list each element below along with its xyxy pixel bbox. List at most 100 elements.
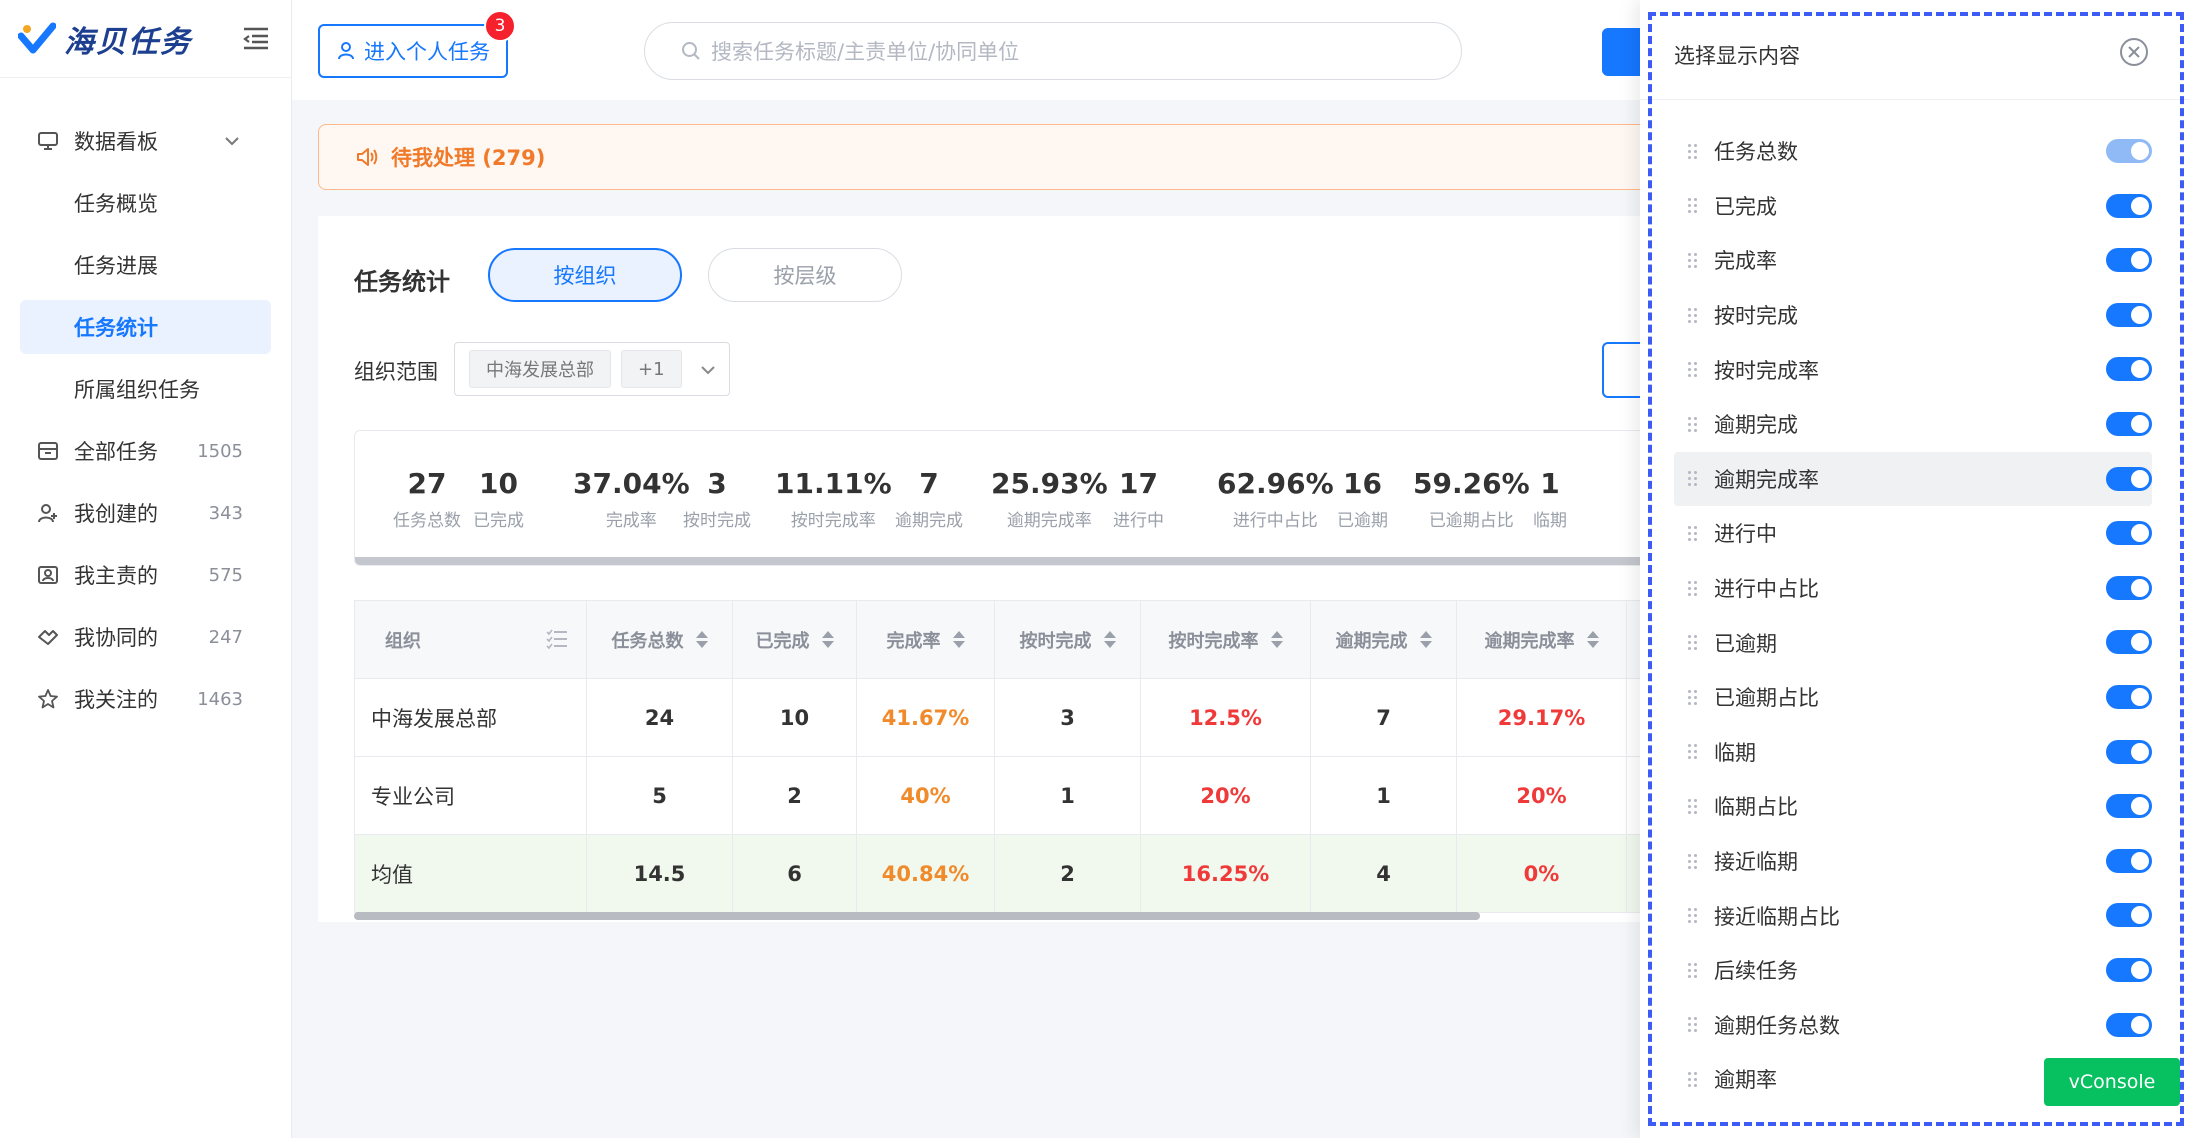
- drag-handle-icon[interactable]: [1688, 143, 1697, 159]
- column-header[interactable]: 完成率: [857, 601, 995, 678]
- display-option-toggle[interactable]: [2106, 575, 2152, 600]
- collapse-menu-icon[interactable]: [242, 24, 270, 52]
- column-header[interactable]: 逾期完成: [1311, 601, 1457, 678]
- display-option[interactable]: 按时完成: [1674, 288, 2152, 343]
- table-scrollbar[interactable]: [354, 912, 1480, 920]
- display-option[interactable]: 进行中: [1674, 506, 2152, 561]
- display-option[interactable]: 进行中占比: [1674, 561, 2152, 616]
- table-row[interactable]: 专业公司 5 2 40% 1 20% 1 20%: [355, 757, 1679, 835]
- display-option-toggle[interactable]: [2106, 248, 2152, 273]
- display-option[interactable]: 任务总数: [1674, 124, 2152, 179]
- summary-label: 任务总数: [393, 511, 461, 531]
- table-cell: 7: [1311, 679, 1457, 756]
- pending-alert[interactable]: 待我处理 (279): [318, 124, 1678, 190]
- sort-icon[interactable]: [1103, 631, 1116, 648]
- sort-icon[interactable]: [1586, 631, 1599, 648]
- display-option[interactable]: 临期: [1674, 725, 2152, 780]
- drag-handle-icon[interactable]: [1688, 1071, 1697, 1087]
- summary-scrollbar[interactable]: [355, 557, 1678, 565]
- drag-handle-icon[interactable]: [1688, 580, 1697, 596]
- display-option-toggle[interactable]: [2106, 302, 2152, 327]
- display-option-label: 进行中占比: [1714, 577, 1819, 602]
- column-header[interactable]: 已完成: [733, 601, 857, 678]
- display-option[interactable]: 逾期任务总数: [1674, 998, 2152, 1053]
- drag-handle-icon[interactable]: [1688, 962, 1697, 978]
- vconsole-button[interactable]: vConsole: [2044, 1058, 2180, 1106]
- nav-responsible[interactable]: 我主责的 575: [20, 548, 271, 602]
- column-header-label: 已完成: [755, 630, 810, 652]
- close-icon[interactable]: [2120, 38, 2148, 66]
- display-option[interactable]: 临期占比: [1674, 779, 2152, 834]
- nav-task-stats[interactable]: 任务统计: [20, 300, 271, 354]
- drag-handle-icon[interactable]: [1688, 853, 1697, 869]
- drag-handle-icon[interactable]: [1688, 689, 1697, 705]
- nav-task-overview[interactable]: 任务概览: [20, 176, 271, 230]
- display-option-toggle[interactable]: [2106, 521, 2152, 546]
- display-option[interactable]: 已逾期占比: [1674, 670, 2152, 725]
- drag-handle-icon[interactable]: [1688, 416, 1697, 432]
- display-option-toggle[interactable]: [2106, 739, 2152, 764]
- table-row[interactable]: 中海发展总部 24 10 41.67% 3 12.5% 7 29.17%: [355, 679, 1679, 757]
- nav-following[interactable]: 我关注的 1463: [20, 672, 271, 726]
- drag-handle-icon[interactable]: [1688, 908, 1697, 924]
- column-settings-icon[interactable]: [546, 629, 568, 649]
- tab-by-org[interactable]: 按组织: [488, 248, 682, 302]
- display-option-toggle[interactable]: [2106, 139, 2152, 163]
- display-option-toggle[interactable]: [2106, 794, 2152, 819]
- drag-handle-icon[interactable]: [1688, 525, 1697, 541]
- drag-handle-icon[interactable]: [1688, 471, 1697, 487]
- nav-task-progress[interactable]: 任务进展: [20, 238, 271, 292]
- cell-value: 3: [1060, 705, 1075, 730]
- drag-handle-icon[interactable]: [1688, 798, 1697, 814]
- display-option[interactable]: 后续任务: [1674, 943, 2152, 998]
- column-header[interactable]: 按时完成: [995, 601, 1141, 678]
- display-option-toggle[interactable]: [2106, 466, 2152, 491]
- logo[interactable]: 海贝任务: [0, 0, 291, 78]
- display-option[interactable]: 按时完成率: [1674, 342, 2152, 397]
- display-option[interactable]: 已逾期: [1674, 615, 2152, 670]
- scope-select[interactable]: 中海发展总部 +1: [454, 342, 730, 396]
- drag-handle-icon[interactable]: [1688, 362, 1697, 378]
- display-option-toggle[interactable]: [2106, 630, 2152, 655]
- display-option[interactable]: 已完成: [1674, 179, 2152, 234]
- sort-icon[interactable]: [821, 631, 834, 648]
- enter-personal-tasks-button[interactable]: 进入个人任务 3: [318, 10, 516, 78]
- drag-handle-icon[interactable]: [1688, 198, 1697, 214]
- column-header[interactable]: 组织: [355, 601, 587, 678]
- nav-dashboard[interactable]: 数据看板: [20, 114, 271, 168]
- display-option[interactable]: 逾期完成: [1674, 397, 2152, 452]
- column-header[interactable]: 逾期完成率: [1457, 601, 1627, 678]
- column-header[interactable]: 任务总数: [587, 601, 733, 678]
- summary-label: 完成率: [605, 511, 657, 531]
- drag-handle-icon[interactable]: [1688, 1017, 1697, 1033]
- sort-icon[interactable]: [695, 631, 708, 648]
- search-input[interactable]: 搜索任务标题/主责单位/协同单位: [644, 22, 1462, 80]
- display-option-toggle[interactable]: [2106, 193, 2152, 218]
- sort-icon[interactable]: [952, 631, 965, 648]
- display-option[interactable]: 完成率: [1674, 233, 2152, 288]
- display-option-toggle[interactable]: [2106, 411, 2152, 436]
- nav-created[interactable]: 我创建的 343: [20, 486, 271, 540]
- drag-handle-icon[interactable]: [1688, 252, 1697, 268]
- sort-icon[interactable]: [1270, 631, 1283, 648]
- column-header[interactable]: 按时完成率: [1141, 601, 1311, 678]
- drag-handle-icon[interactable]: [1688, 307, 1697, 323]
- display-option-toggle[interactable]: [2106, 903, 2152, 928]
- table-row-average[interactable]: 均值 14.5 6 40.84% 2 16.25% 4 0%: [355, 835, 1679, 913]
- tab-by-level[interactable]: 按层级: [708, 248, 902, 302]
- display-option-toggle[interactable]: [2106, 848, 2152, 873]
- drag-handle-icon[interactable]: [1688, 744, 1697, 760]
- display-option-toggle[interactable]: [2106, 957, 2152, 982]
- display-option-toggle[interactable]: [2106, 357, 2152, 382]
- sort-icon[interactable]: [1419, 631, 1432, 648]
- nav-org-tasks[interactable]: 所属组织任务: [20, 362, 271, 416]
- display-option[interactable]: 接近临期占比: [1674, 888, 2152, 943]
- nav-all-tasks[interactable]: 全部任务 1505: [20, 424, 271, 478]
- display-option[interactable]: 接近临期: [1674, 834, 2152, 889]
- display-option-toggle[interactable]: [2106, 1012, 2152, 1037]
- display-option-toggle[interactable]: [2106, 684, 2152, 709]
- action-button-partial[interactable]: [1602, 28, 1642, 76]
- display-option[interactable]: 逾期完成率: [1674, 451, 2152, 507]
- drag-handle-icon[interactable]: [1688, 635, 1697, 651]
- nav-collaborating[interactable]: 我协同的 247: [20, 610, 271, 664]
